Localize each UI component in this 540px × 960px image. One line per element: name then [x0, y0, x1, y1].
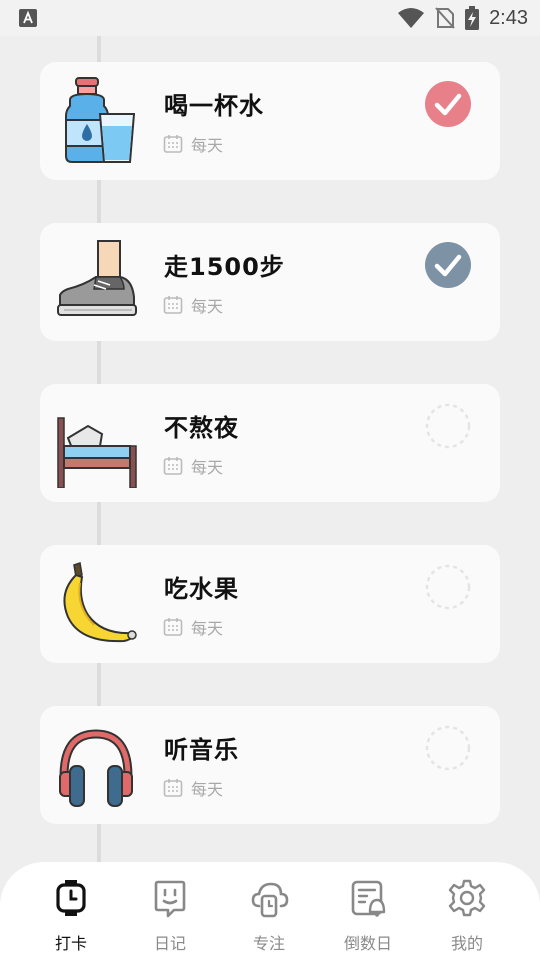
unchecked-circle-icon[interactable]: [424, 724, 472, 772]
water-bottle-icon: [65, 77, 136, 163]
habit-title: 听音乐: [164, 736, 239, 764]
battery-charging-icon: [465, 6, 480, 30]
tab-countdown[interactable]: 倒数日: [318, 862, 418, 960]
status-bar: 2:43: [0, 0, 540, 36]
diary-face-icon: [154, 880, 186, 918]
habit-frequency: 每天: [163, 132, 223, 156]
sneaker-icon: [57, 240, 137, 316]
tab-label: 打卡: [54, 934, 87, 953]
a-notification-icon: [19, 9, 37, 27]
tab-profile[interactable]: 我的: [417, 862, 517, 960]
status-time: 2:43: [489, 6, 528, 29]
habit-card[interactable]: 吃水果 每天: [40, 545, 500, 663]
tab-label: 专注: [252, 934, 285, 953]
habit-frequency-label: 每天: [191, 458, 224, 477]
wifi-icon: [398, 8, 425, 28]
countdown-calendar-icon: [351, 880, 386, 917]
gear-icon: [448, 879, 486, 917]
habit-frequency: 每天: [163, 293, 223, 317]
habit-frequency-label: 每天: [191, 297, 224, 316]
habit-frequency-label: 每天: [191, 780, 224, 799]
checked-circle-icon[interactable]: [424, 241, 472, 289]
tab-label: 倒数日: [343, 934, 392, 953]
habit-card[interactable]: 喝一杯水 每天: [40, 62, 500, 180]
calendar-icon: [163, 135, 183, 153]
focus-timer-icon: [251, 882, 289, 918]
no-sim-icon: [435, 7, 455, 29]
tab-diary[interactable]: 日记: [120, 862, 220, 960]
habit-card[interactable]: 不熬夜 每天: [40, 384, 500, 502]
habit-frequency: 每天: [163, 615, 223, 639]
habit-title: 走1500步: [164, 253, 285, 281]
calendar-icon: [163, 618, 183, 636]
tab-focus[interactable]: 专注: [219, 862, 319, 960]
habit-frequency: 每天: [163, 454, 223, 478]
calendar-icon: [163, 296, 183, 314]
habit-frequency-label: 每天: [191, 619, 224, 638]
checked-circle-icon[interactable]: [424, 80, 472, 128]
tab-label: 日记: [153, 934, 186, 953]
calendar-icon: [163, 779, 183, 797]
banana-icon: [63, 562, 137, 643]
calendar-icon: [163, 457, 183, 475]
headphones-icon: [59, 729, 133, 807]
habit-card[interactable]: 听音乐 每天: [40, 706, 500, 824]
habit-card[interactable]: 走1500步 每天: [40, 223, 500, 341]
tab-label: 我的: [450, 934, 483, 953]
bed-icon: [57, 417, 137, 488]
habit-title: 不熬夜: [164, 414, 239, 442]
habit-frequency: 每天: [163, 776, 223, 800]
bottom-tab-bar: 打卡 日记 专注 倒数日 我的: [0, 862, 540, 960]
watch-clock-icon: [56, 880, 86, 916]
habit-title: 喝一杯水: [164, 92, 264, 120]
tab-checkin[interactable]: 打卡: [21, 862, 121, 960]
unchecked-circle-icon[interactable]: [424, 402, 472, 450]
unchecked-circle-icon[interactable]: [424, 563, 472, 611]
habit-title: 吃水果: [164, 575, 239, 603]
habit-frequency-label: 每天: [191, 136, 224, 155]
